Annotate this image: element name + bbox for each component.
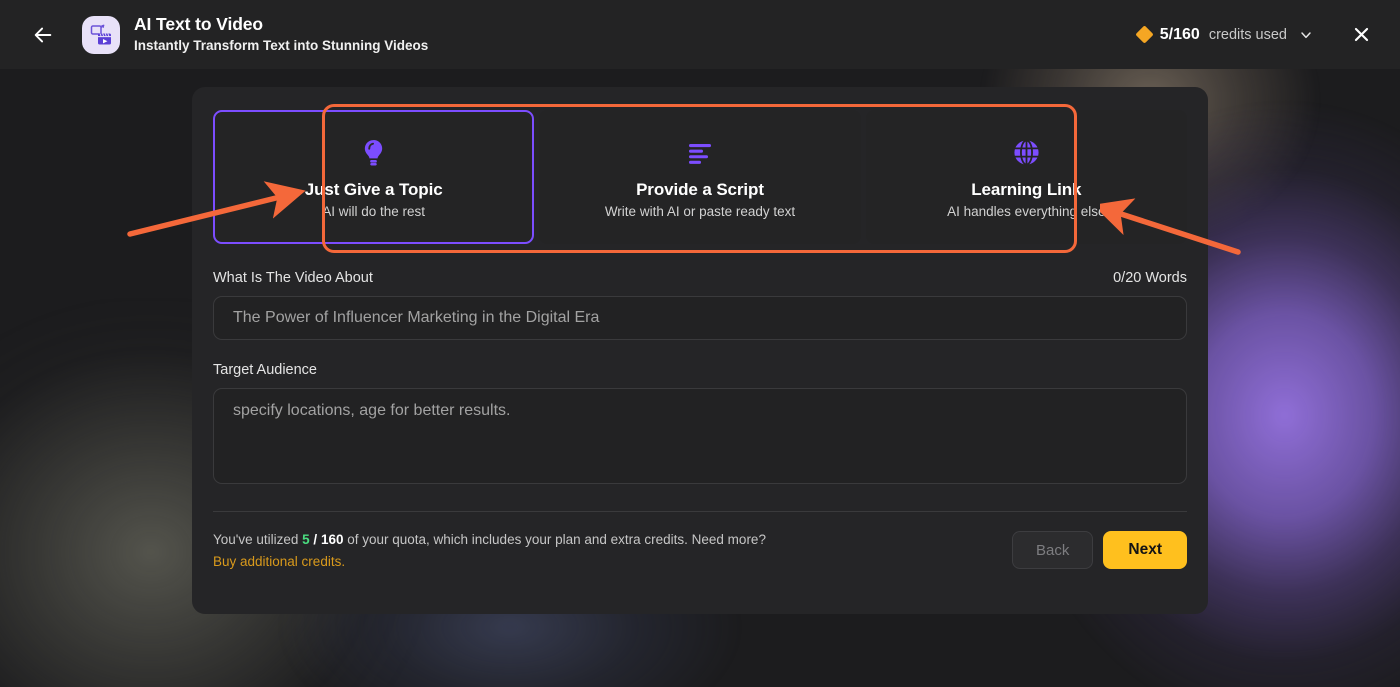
diamond-icon [1135, 25, 1154, 44]
script-lines-icon [686, 136, 714, 170]
video-clapper-icon [90, 24, 111, 44]
quota-separator: / [309, 532, 321, 547]
app-header: AI Text to Video Instantly Transform Tex… [0, 0, 1400, 69]
arrow-left-icon [34, 27, 52, 42]
audience-textarea[interactable] [213, 388, 1187, 484]
tab-just-give-a-topic[interactable]: Just Give a Topic AI will do the rest [213, 110, 535, 244]
page-subtitle: Instantly Transform Text into Stunning V… [134, 38, 429, 54]
quota-text: You've utilized 5 / 160 of your quota, w… [213, 529, 766, 574]
tab-provide-a-script[interactable]: Provide a Script Write with AI or paste … [539, 110, 861, 244]
app-window: AI Text to Video Instantly Transform Tex… [0, 0, 1400, 687]
app-logo [82, 15, 120, 54]
back-button-footer[interactable]: Back [1012, 531, 1094, 569]
tab-description: Write with AI or paste ready text [604, 203, 796, 219]
footer-buttons: Back Next [1012, 531, 1187, 569]
tab-title: Provide a Script [636, 179, 764, 199]
header-actions: 5/160 credits used [1135, 22, 1400, 48]
credits-dropdown[interactable]: 5/160 credits used [1135, 25, 1314, 44]
back-button[interactable] [26, 18, 60, 52]
quota-prefix: You've utilized [213, 532, 303, 547]
tab-description: AI will do the rest [322, 203, 426, 219]
app-title-block: AI Text to Video Instantly Transform Tex… [134, 14, 428, 54]
topic-field-header: What Is The Video About 0/20 Words [213, 270, 1187, 286]
tab-title: Just Give a Topic [304, 179, 443, 199]
mode-tabs: Just Give a Topic AI will do the rest Pr… [213, 110, 1187, 244]
quota-total: 160 [320, 532, 344, 547]
tab-description: AI handles everything else [947, 203, 1106, 219]
word-counter: 0/20 Words [1113, 270, 1187, 286]
page-title: AI Text to Video [134, 14, 264, 35]
tab-title: Learning Link [971, 179, 1082, 199]
audience-label: Target Audience [213, 362, 317, 378]
footer-divider [213, 511, 1187, 512]
panel-footer: You've utilized 5 / 160 of your quota, w… [213, 529, 1187, 574]
globe-icon [1012, 136, 1041, 170]
next-button[interactable]: Next [1103, 531, 1187, 569]
main-panel: Just Give a Topic AI will do the rest Pr… [192, 87, 1208, 614]
topic-input[interactable] [213, 296, 1187, 340]
credits-count: 5/160 [1159, 25, 1200, 43]
topic-label: What Is The Video About [213, 270, 373, 286]
tab-learning-link[interactable]: Learning Link AI handles everything else [865, 110, 1187, 244]
credits-label: credits used [1208, 26, 1287, 43]
chevron-down-icon [1298, 27, 1314, 43]
buy-credits-link[interactable]: Buy additional credits. [213, 551, 766, 573]
quota-suffix: of your quota, which includes your plan … [343, 532, 766, 547]
close-icon [1354, 27, 1368, 42]
close-button[interactable] [1348, 22, 1374, 48]
quota-used: 5 [302, 532, 310, 547]
lightbulb-icon [360, 136, 387, 170]
